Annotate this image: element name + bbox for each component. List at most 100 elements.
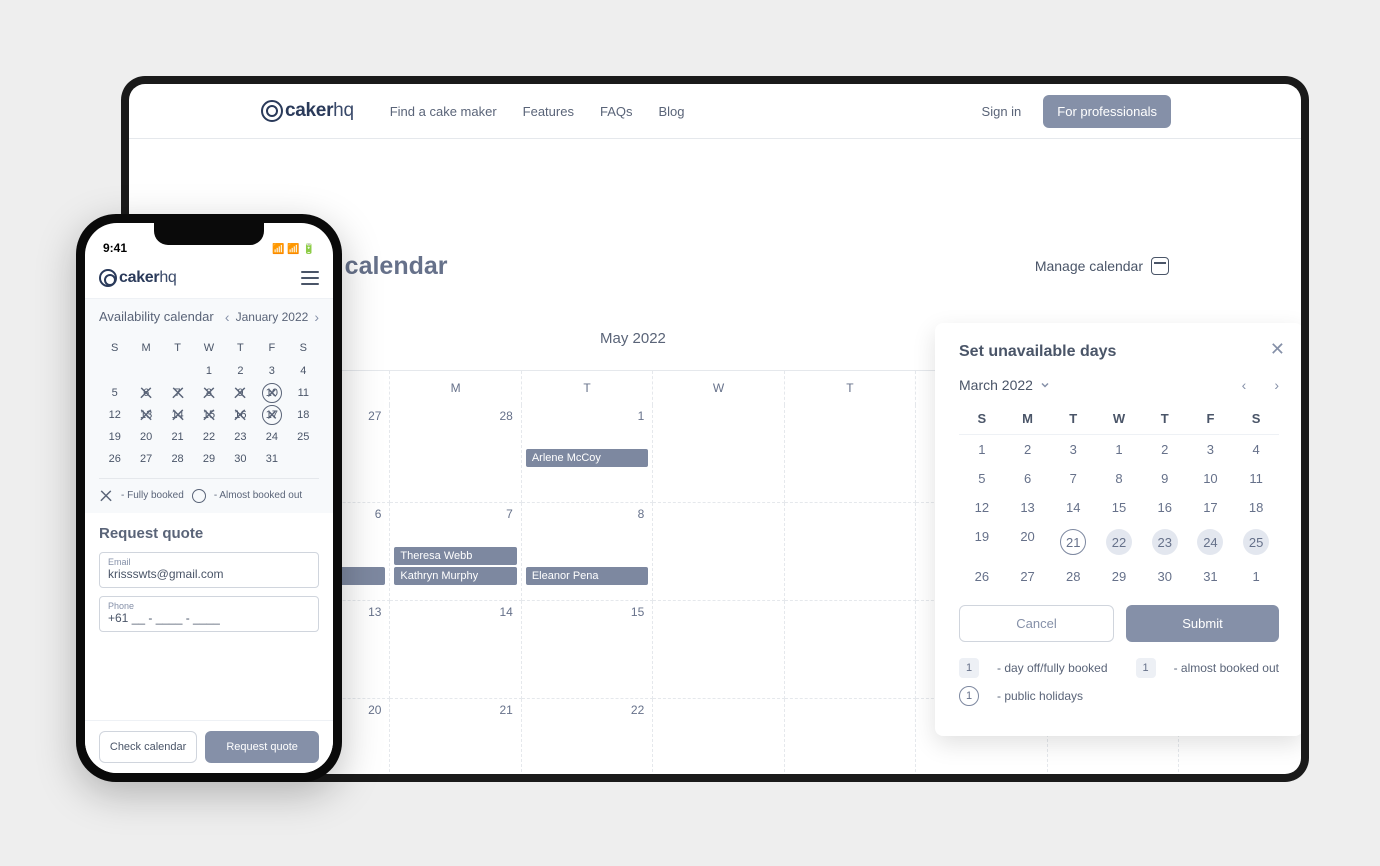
mini-calendar-day[interactable]: 5 <box>959 464 1005 493</box>
event-pill[interactable]: Eleanor Pena <box>526 567 648 585</box>
mini-calendar-day[interactable]: 12 <box>959 493 1005 522</box>
mini-calendar-day[interactable]: 26 <box>959 562 1005 591</box>
phone-calendar-day[interactable]: 21 <box>162 426 193 448</box>
phone-calendar-day[interactable]: 23 <box>225 426 256 448</box>
phone-calendar-day[interactable]: 28 <box>162 448 193 470</box>
calendar-cell[interactable] <box>653 405 784 503</box>
phone-calendar-day[interactable]: 11 <box>288 382 319 404</box>
phone-calendar-day[interactable]: 3 <box>256 360 287 382</box>
calendar-cell[interactable]: 7 Theresa Webb Kathryn Murphy <box>390 503 521 601</box>
phone-field[interactable]: Phone +61 __ - ____ - ____ <box>99 596 319 632</box>
phone-calendar-day[interactable]: 10 <box>256 382 287 404</box>
next-month-button[interactable]: › <box>1274 377 1279 393</box>
brand-logo[interactable]: cakerhq <box>261 100 354 122</box>
mini-calendar-day[interactable]: 22 <box>1096 522 1142 562</box>
mini-calendar-day[interactable]: 25 <box>1233 522 1279 562</box>
mini-calendar-day[interactable]: 9 <box>1142 464 1188 493</box>
mini-calendar-day[interactable]: 14 <box>1050 493 1096 522</box>
hamburger-menu-button[interactable] <box>301 271 319 285</box>
mini-calendar-day[interactable]: 7 <box>1050 464 1096 493</box>
mini-calendar-day[interactable]: 16 <box>1142 493 1188 522</box>
nav-features[interactable]: Features <box>523 104 574 119</box>
calendar-cell[interactable] <box>785 601 916 699</box>
close-button[interactable]: ✕ <box>1270 339 1285 360</box>
phone-calendar-day[interactable]: 12 <box>99 404 130 426</box>
mini-calendar-day[interactable]: 1 <box>1233 562 1279 591</box>
mini-calendar-day[interactable]: 20 <box>1005 522 1051 562</box>
mini-calendar-day[interactable]: 1 <box>959 435 1005 464</box>
phone-calendar-day[interactable]: 15 <box>193 404 224 426</box>
phone-calendar-day[interactable]: 5 <box>99 382 130 404</box>
event-pill[interactable]: Theresa Webb <box>394 547 516 565</box>
mini-calendar-day[interactable]: 8 <box>1096 464 1142 493</box>
phone-calendar-day[interactable]: 31 <box>256 448 287 470</box>
calendar-cell[interactable] <box>785 503 916 601</box>
nav-find-maker[interactable]: Find a cake maker <box>390 104 497 119</box>
check-calendar-button[interactable]: Check calendar <box>99 731 197 763</box>
prev-month-button[interactable]: ‹ <box>1242 377 1247 393</box>
request-quote-button[interactable]: Request quote <box>205 731 319 763</box>
mini-calendar-day[interactable]: 2 <box>1142 435 1188 464</box>
calendar-cell[interactable] <box>653 503 784 601</box>
phone-calendar-day[interactable]: 2 <box>225 360 256 382</box>
mini-calendar-day[interactable]: 23 <box>1142 522 1188 562</box>
phone-calendar-day[interactable]: 25 <box>288 426 319 448</box>
phone-calendar-day[interactable]: 22 <box>193 426 224 448</box>
mini-calendar-day[interactable]: 24 <box>1188 522 1234 562</box>
calendar-cell[interactable]: 14 <box>390 601 521 699</box>
next-month-button[interactable]: › <box>314 309 319 325</box>
calendar-cell[interactable] <box>785 699 916 774</box>
mini-calendar-day[interactable]: 10 <box>1188 464 1234 493</box>
phone-calendar-day[interactable]: 29 <box>193 448 224 470</box>
mini-calendar-day[interactable]: 30 <box>1142 562 1188 591</box>
prev-month-button[interactable]: ‹ <box>225 309 230 325</box>
phone-calendar-day[interactable]: 19 <box>99 426 130 448</box>
phone-calendar-day[interactable] <box>99 360 130 382</box>
mini-calendar-day[interactable]: 15 <box>1096 493 1142 522</box>
manage-calendar-link[interactable]: Manage calendar <box>1035 257 1169 275</box>
popover-month-selector[interactable]: March 2022 <box>959 377 1051 393</box>
mini-calendar-day[interactable]: 2 <box>1005 435 1051 464</box>
phone-calendar-day[interactable]: 4 <box>288 360 319 382</box>
calendar-cell[interactable] <box>653 699 784 774</box>
mini-calendar-day[interactable]: 28 <box>1050 562 1096 591</box>
phone-calendar-day[interactable]: 9 <box>225 382 256 404</box>
submit-button[interactable]: Submit <box>1126 605 1279 642</box>
mini-calendar-day[interactable]: 21 <box>1050 522 1096 562</box>
email-field[interactable]: Email krissswts@gmail.com <box>99 552 319 588</box>
phone-calendar-day[interactable]: 30 <box>225 448 256 470</box>
calendar-cell[interactable]: 22 <box>522 699 653 774</box>
mini-calendar-day[interactable]: 18 <box>1233 493 1279 522</box>
calendar-cell[interactable]: 28 <box>390 405 521 503</box>
phone-calendar-day[interactable]: 24 <box>256 426 287 448</box>
phone-calendar-day[interactable]: 16 <box>225 404 256 426</box>
mini-calendar-day[interactable]: 13 <box>1005 493 1051 522</box>
nav-faqs[interactable]: FAQs <box>600 104 633 119</box>
calendar-cell[interactable]: 15 <box>522 601 653 699</box>
phone-calendar-day[interactable]: 7 <box>162 382 193 404</box>
phone-calendar-day[interactable]: 8 <box>193 382 224 404</box>
phone-calendar-day[interactable]: 18 <box>288 404 319 426</box>
phone-calendar-day[interactable]: 17 <box>256 404 287 426</box>
phone-calendar-day[interactable]: 13 <box>130 404 161 426</box>
phone-calendar-day[interactable]: 20 <box>130 426 161 448</box>
phone-calendar-day[interactable]: 6 <box>130 382 161 404</box>
calendar-cell[interactable]: 8 Eleanor Pena <box>522 503 653 601</box>
brand-logo[interactable]: cakerhq <box>99 269 177 287</box>
phone-calendar-day[interactable]: 26 <box>99 448 130 470</box>
phone-calendar-day[interactable] <box>288 448 319 470</box>
mini-calendar-day[interactable]: 17 <box>1188 493 1234 522</box>
mini-calendar-day[interactable]: 29 <box>1096 562 1142 591</box>
calendar-cell[interactable] <box>653 601 784 699</box>
phone-calendar-day[interactable] <box>162 360 193 382</box>
cancel-button[interactable]: Cancel <box>959 605 1114 642</box>
calendar-cell[interactable]: 1 Arlene McCoy <box>522 405 653 503</box>
mini-calendar-day[interactable]: 27 <box>1005 562 1051 591</box>
calendar-cell[interactable]: 21 <box>390 699 521 774</box>
mini-calendar-day[interactable]: 3 <box>1188 435 1234 464</box>
event-pill[interactable]: Kathryn Murphy <box>394 567 516 585</box>
calendar-cell[interactable] <box>785 405 916 503</box>
phone-calendar-day[interactable]: 14 <box>162 404 193 426</box>
nav-blog[interactable]: Blog <box>658 104 684 119</box>
mini-calendar-day[interactable]: 19 <box>959 522 1005 562</box>
